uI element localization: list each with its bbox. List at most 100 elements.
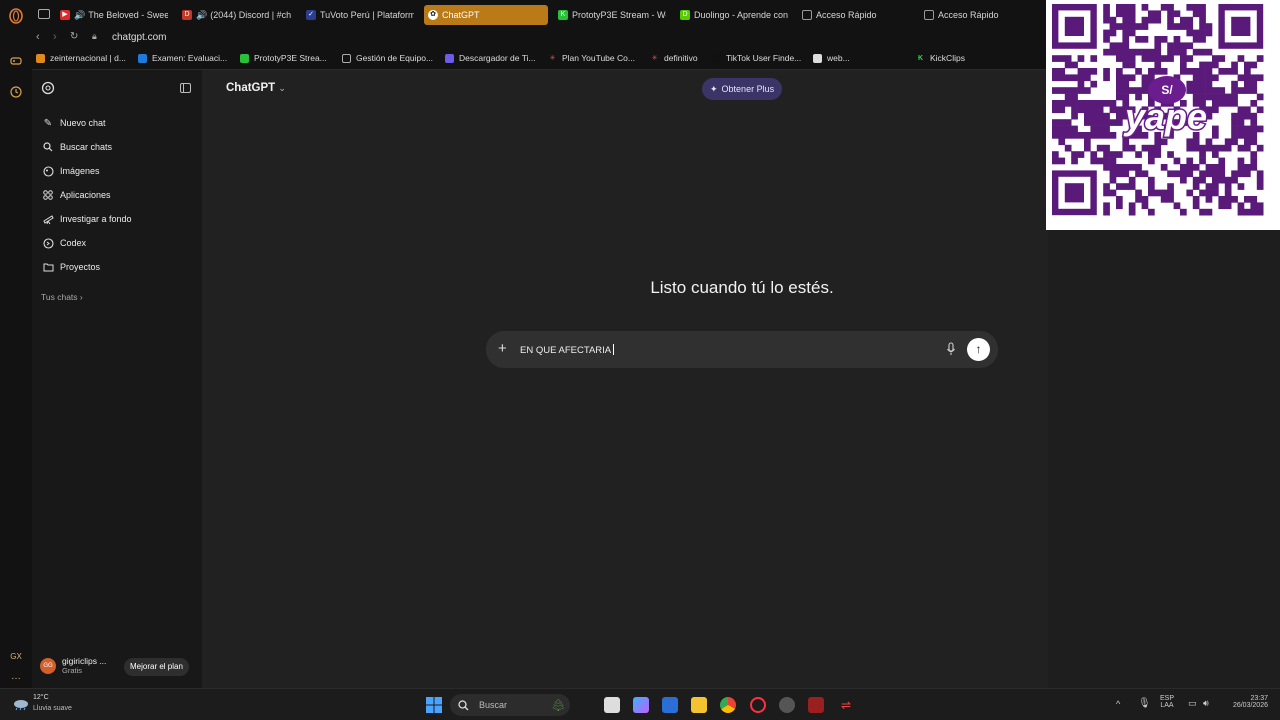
tray-overflow-icon[interactable]: ^ <box>1116 699 1120 709</box>
bookmark-favicon-icon <box>240 53 249 63</box>
sidebar-item-aplicaciones[interactable]: Aplicaciones <box>42 187 111 203</box>
bookmark-favicon-icon <box>813 53 822 63</box>
page-headline: Listo cuando tú lo estés. <box>650 278 834 297</box>
apps-icon <box>42 189 54 201</box>
windows-start-icon[interactable] <box>426 697 442 713</box>
reload-icon[interactable]: ↻ <box>70 31 78 42</box>
app-icon[interactable]: ⇌ <box>838 697 854 713</box>
windows-taskbar: 12°C Lluvia suave Buscar 🌲︎ ⇌ ^ 🎙︎ ESP LA… <box>0 688 1280 720</box>
edit-icon: ✎ <box>43 117 53 129</box>
copilot-icon[interactable] <box>633 697 649 713</box>
url-field[interactable]: chatgpt.com <box>112 32 166 43</box>
chevron-down-icon: ⌄ <box>278 83 286 93</box>
prompt-input[interactable]: EN QUE AFECTARIA <box>520 344 615 356</box>
forward-icon[interactable]: › <box>53 31 57 43</box>
tab-discord[interactable]: D 🔊 (2044) Discord | #ch <box>178 5 292 25</box>
tab-tuvoto[interactable]: ✓ TuVoto Perú | Plataforma <box>302 5 414 25</box>
tab-acceso-rapido-1[interactable]: Acceso Rápido <box>798 5 910 25</box>
bookmarks-bar: zeinternacional | d... Examen: Evaluaci.… <box>32 48 1048 70</box>
bookmark-favicon-icon: ✳ <box>651 54 658 62</box>
taskbar-search[interactable]: Buscar 🌲︎ <box>450 694 570 716</box>
your-chats-toggle[interactable]: Tus chats › <box>41 292 83 302</box>
gx-label[interactable]: GX <box>8 649 24 665</box>
bookmark-item[interactable]: Examen: Evaluaci... <box>138 53 227 63</box>
network-icon[interactable]: ▭ <box>1188 698 1197 709</box>
microphone-icon[interactable] <box>946 342 956 356</box>
tab-label: Duolingo - Aprende con <box>694 10 788 20</box>
avatar: GG <box>40 657 56 674</box>
image-icon <box>42 165 54 177</box>
tab-label: Acceso Rápido <box>938 10 999 20</box>
user-profile[interactable]: GG gigiriclips ... Gratis <box>40 656 106 675</box>
tab-label: TuVoto Perú | Plataforma <box>320 10 414 20</box>
opera-logo-icon[interactable] <box>8 8 24 24</box>
tab-acceso-rapido-2[interactable]: Acceso Rápido <box>920 5 1032 25</box>
search-icon <box>458 699 469 710</box>
sidebar-item-nuevo-chat[interactable]: ✎ Nuevo chat <box>42 115 106 131</box>
bookmark-favicon-icon <box>712 53 721 63</box>
speaker-icon: 🔊 <box>74 9 86 20</box>
search-icon <box>42 141 54 153</box>
volume-icon[interactable]: 🔊︎ <box>1203 698 1209 709</box>
more-icon[interactable]: … <box>8 669 24 685</box>
history-icon[interactable] <box>8 85 24 101</box>
tab-the-beloved[interactable]: ▶ 🔊 The Beloved - Sweet <box>56 5 168 25</box>
model-selector[interactable]: ChatGPT ⌄ <box>226 82 286 94</box>
sidebar-item-investigar[interactable]: Investigar a fondo <box>42 211 132 227</box>
codex-icon <box>42 237 54 249</box>
address-bar: ‹ › ↻ 🔒︎ chatgpt.com <box>32 30 1048 48</box>
chatgpt-sidebar: ✎ Nuevo chat Buscar chats Imágenes Aplica… <box>32 70 202 688</box>
bookmark-item[interactable]: ✳ Plan YouTube Co... <box>548 53 635 63</box>
input-language[interactable]: ESP LAA <box>1156 695 1178 709</box>
opera-gx-icon[interactable] <box>750 697 766 713</box>
chatgpt-icon: ✿ <box>428 10 438 20</box>
tab-label: (2044) Discord | #ch <box>210 10 292 20</box>
text-caret <box>613 344 615 355</box>
chrome-icon[interactable] <box>720 697 736 713</box>
file-explorer-icon[interactable] <box>691 697 707 713</box>
bookmark-item[interactable]: Gestión de Equipo... <box>342 53 433 63</box>
sidebar-item-buscar-chats[interactable]: Buscar chats <box>42 139 112 155</box>
steam-icon[interactable] <box>779 697 795 713</box>
search-highlight-icon: 🌲︎ <box>550 698 566 712</box>
bookmark-item[interactable]: zeinternacional | d... <box>36 53 126 63</box>
youtube-icon: ▶ <box>60 10 70 20</box>
tab-overview-icon[interactable] <box>38 9 50 19</box>
lock-icon: 🔒︎ <box>92 31 97 41</box>
tab-label: Acceso Rápido <box>816 10 877 20</box>
tab-prototyp3e[interactable]: K PrototyP3E Stream - We <box>554 5 666 25</box>
tab-chatgpt[interactable]: ✿ ChatGPT <box>424 5 548 25</box>
sidebar-item-proyectos[interactable]: Proyectos <box>42 259 100 275</box>
prompt-composer[interactable]: + EN QUE AFECTARIA ↑ <box>486 331 998 368</box>
tuvoto-icon: ✓ <box>306 10 316 20</box>
browser-side-rail: GX … <box>0 0 32 688</box>
weather-icon[interactable] <box>12 697 30 711</box>
task-view-icon[interactable] <box>604 697 620 713</box>
send-button[interactable]: ↑ <box>967 338 990 361</box>
add-attachment-icon[interactable]: + <box>498 340 507 358</box>
store-icon[interactable] <box>662 697 678 713</box>
weather-description: Lluvia suave <box>33 705 72 712</box>
tab-label: ChatGPT <box>442 10 480 20</box>
bookmark-item[interactable]: K KickClips <box>916 53 965 63</box>
upgrade-plan-button[interactable]: Mejorar el plan <box>124 658 189 676</box>
sidebar-item-codex[interactable]: Codex <box>42 235 86 251</box>
bookmark-item[interactable]: ✳ definitivo <box>650 53 698 63</box>
bookmark-item[interactable]: Descargador de Ti... <box>445 53 536 63</box>
gaming-icon[interactable] <box>8 53 24 69</box>
back-icon[interactable]: ‹ <box>36 31 40 43</box>
tray-mic-icon[interactable]: 🎙︎ <box>1138 698 1151 709</box>
chatgpt-logo-icon[interactable] <box>41 81 55 100</box>
bookmark-item[interactable]: TikTok User Finde... <box>712 53 801 63</box>
sidebar-toggle-icon[interactable] <box>180 83 191 93</box>
clock[interactable]: 23:37 26/03/2026 <box>1222 695 1268 709</box>
game-app-icon[interactable] <box>808 697 824 713</box>
user-plan: Gratis <box>62 666 83 675</box>
discord-icon: D <box>182 10 192 20</box>
sidebar-item-imagenes[interactable]: Imágenes <box>42 163 100 179</box>
bookmark-item[interactable]: web... <box>813 53 850 63</box>
get-plus-button[interactable]: ✦ Obtener Plus <box>702 78 783 100</box>
tab-duolingo[interactable]: D Duolingo - Aprende con <box>676 5 788 25</box>
chevron-right-icon: › <box>79 292 83 302</box>
bookmark-item[interactable]: PrototyP3E Strea... <box>240 53 327 63</box>
